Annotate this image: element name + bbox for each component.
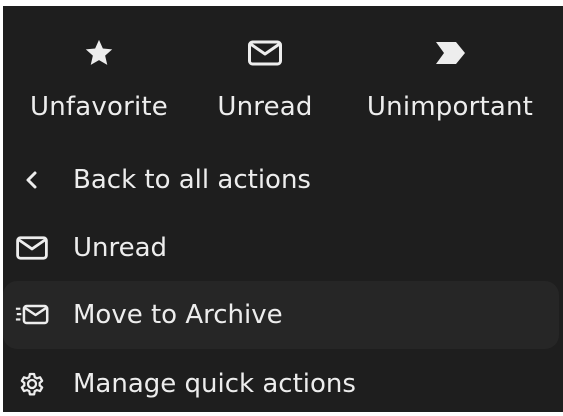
unfavorite-label: Unfavorite xyxy=(30,92,168,122)
back-to-all-actions-button[interactable]: Back to all actions xyxy=(3,148,563,212)
unread-menu-label: Unread xyxy=(73,233,168,263)
unread-quick-button[interactable]: Unread xyxy=(203,6,327,146)
move-to-archive-label: Move to Archive xyxy=(73,300,283,330)
unread-menu-item[interactable]: Unread xyxy=(3,216,563,280)
quick-actions-row: Unfavorite Unread Unimportant xyxy=(3,6,563,156)
chevron-left-icon xyxy=(15,165,49,195)
quick-actions-panel: Unfavorite Unread Unimportant Back to al… xyxy=(3,6,563,412)
manage-quick-actions-label: Manage quick actions xyxy=(73,369,356,399)
unfavorite-button[interactable]: Unfavorite xyxy=(15,6,183,146)
unimportant-label: Unimportant xyxy=(366,92,534,122)
move-to-archive-menu-item[interactable]: Move to Archive xyxy=(3,281,559,349)
envelope-icon xyxy=(15,233,49,263)
gear-icon xyxy=(15,369,49,399)
important-tag-icon xyxy=(430,36,470,70)
envelope-icon xyxy=(245,36,285,70)
back-label: Back to all actions xyxy=(73,165,311,195)
manage-quick-actions-button[interactable]: Manage quick actions xyxy=(3,352,563,416)
star-icon xyxy=(79,36,119,70)
unimportant-button[interactable]: Unimportant xyxy=(353,6,547,146)
unread-quick-label: Unread xyxy=(217,92,313,122)
move-to-archive-icon xyxy=(15,300,49,330)
